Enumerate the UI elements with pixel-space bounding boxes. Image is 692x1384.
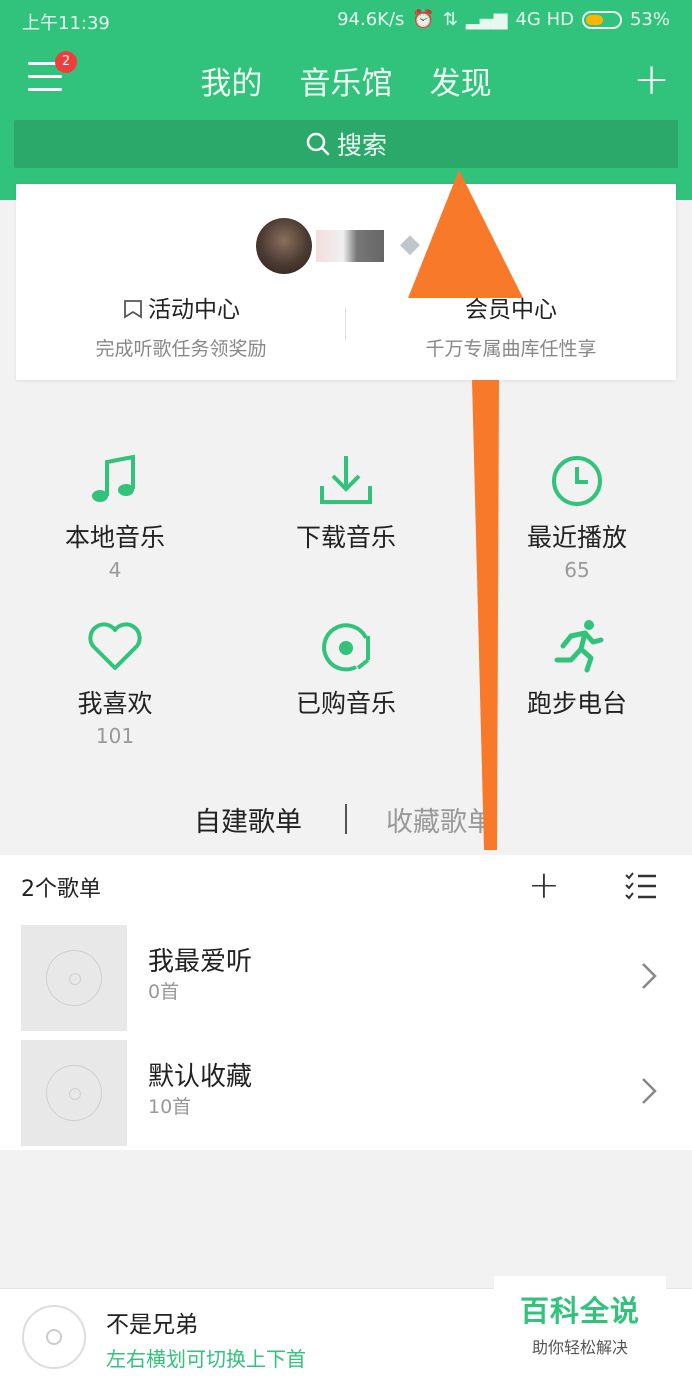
tab-mine[interactable]: 我的 xyxy=(200,58,262,103)
recently-played-count: 65 xyxy=(564,558,590,582)
list-item[interactable]: 默认收藏 10首 xyxy=(0,1040,692,1146)
purchased-disc-icon xyxy=(322,623,370,672)
player-disc-icon[interactable] xyxy=(22,1305,86,1369)
divider xyxy=(345,804,347,834)
status-time: 上午11:39 xyxy=(22,13,110,34)
now-playing-title: 不是兄弟 xyxy=(106,1312,198,1338)
favorites-count: 101 xyxy=(95,724,135,748)
tab-created-playlists[interactable]: 自建歌单 xyxy=(194,800,302,839)
vip-center-title: 会员中心 xyxy=(465,297,557,323)
battery-icon xyxy=(581,10,622,29)
avatar[interactable] xyxy=(256,218,312,274)
battery-level xyxy=(585,14,603,25)
favorites-label: 我喜欢 xyxy=(77,689,153,718)
watermark: 百科全说 助你轻松解决 xyxy=(494,1276,666,1360)
vip-center[interactable]: 会员中心 千万专属曲库任性享 xyxy=(346,290,676,361)
username-redacted xyxy=(316,230,384,262)
activity-center[interactable]: 活动中心 完成听歌任务领奖励 xyxy=(16,290,346,361)
alarm-off-icon: ⏰ xyxy=(412,9,435,30)
playlist-name: 我最爱听 xyxy=(148,947,253,977)
playlist-song-count: 10首 xyxy=(148,1096,192,1118)
tab-discover[interactable]: 发现 xyxy=(430,58,492,103)
vip-center-subtitle: 千万专属曲库任性享 xyxy=(425,338,597,360)
search-icon xyxy=(306,132,330,156)
purchased-music[interactable]: 已购音乐 xyxy=(231,616,461,724)
downloaded-music-label: 下载音乐 xyxy=(295,523,396,552)
list-item[interactable]: 我最爱听 0首 xyxy=(0,925,692,1031)
playlist-section: 2个歌单 + 我最爱听 0首 默认收藏 10首 xyxy=(0,855,692,1150)
recently-played[interactable]: 最近播放 65 xyxy=(462,450,692,582)
disc-icon xyxy=(46,950,102,1006)
recently-played-label: 最近播放 xyxy=(526,523,627,552)
signal-icon: ▂▄▆ xyxy=(465,9,508,30)
playlist-song-count: 0首 xyxy=(148,981,180,1003)
downloaded-music[interactable]: 下载音乐 xyxy=(231,450,461,558)
tab-favorited-playlists[interactable]: 收藏歌单 xyxy=(386,800,494,839)
chevron-right-icon xyxy=(642,1078,657,1104)
running-icon xyxy=(554,620,604,673)
network-speed: 94.6K/s xyxy=(337,9,405,30)
search-bar[interactable]: 搜索 xyxy=(14,120,678,168)
playlist-tabs: 自建歌单 收藏歌单 xyxy=(0,800,692,840)
manage-list-icon[interactable] xyxy=(624,871,658,903)
download-icon xyxy=(320,456,372,504)
search-label: 搜索 xyxy=(336,131,387,160)
activity-center-subtitle: 完成听歌任务领奖励 xyxy=(95,338,267,360)
music-note-icon xyxy=(92,454,135,502)
activity-center-title: 活动中心 xyxy=(148,297,240,323)
swipe-hint: 左右横划可切换上下首 xyxy=(106,1347,306,1371)
playlist-cover xyxy=(21,1040,127,1146)
clock-icon xyxy=(552,456,602,506)
local-music-count: 4 xyxy=(108,558,122,582)
app-header: 上午11:39 94.6K/s ⏰ ⇅ ▂▄▆ 4G HD 53% 2 我的 音… xyxy=(0,0,692,200)
chevron-right-icon xyxy=(642,963,657,989)
status-bar: 上午11:39 94.6K/s ⏰ ⇅ ▂▄▆ 4G HD 53% xyxy=(0,0,692,40)
purchased-music-label: 已购音乐 xyxy=(295,689,396,718)
vip-diamond-icon[interactable]: ◆ xyxy=(400,230,436,258)
tab-music-hall[interactable]: 音乐馆 xyxy=(300,58,393,103)
disc-icon xyxy=(46,1065,102,1121)
playlist-name: 默认收藏 xyxy=(148,1062,253,1092)
watermark-subtitle: 助你轻松解决 xyxy=(531,1338,628,1357)
main-tabs: 我的 音乐馆 发现 xyxy=(0,58,692,103)
playlist-count: 2个歌单 xyxy=(21,877,101,902)
running-radio-label: 跑步电台 xyxy=(526,689,627,718)
local-music-label: 本地音乐 xyxy=(64,523,165,552)
local-music[interactable]: 本地音乐 4 xyxy=(0,450,230,582)
add-playlist-button[interactable]: + xyxy=(528,863,560,907)
bookmark-icon xyxy=(124,300,142,319)
watermark-title: 百科全说 xyxy=(519,1294,640,1328)
network-type: 4G HD xyxy=(515,9,574,30)
running-radio[interactable]: 跑步电台 xyxy=(462,616,692,724)
status-indicators: 94.6K/s ⏰ ⇅ ▂▄▆ 4G HD 53% xyxy=(337,9,670,30)
profile-card: ◆ 活动中心 完成听歌任务领奖励 会员中心 千万专属曲库任性享 xyxy=(16,184,676,380)
data-transfer-icon: ⇅ xyxy=(442,9,458,30)
add-button[interactable]: + xyxy=(633,58,670,102)
heart-icon xyxy=(88,622,142,670)
favorites[interactable]: 我喜欢 101 xyxy=(0,616,230,748)
playlist-cover xyxy=(21,925,127,1031)
battery-percent: 53% xyxy=(629,9,670,30)
